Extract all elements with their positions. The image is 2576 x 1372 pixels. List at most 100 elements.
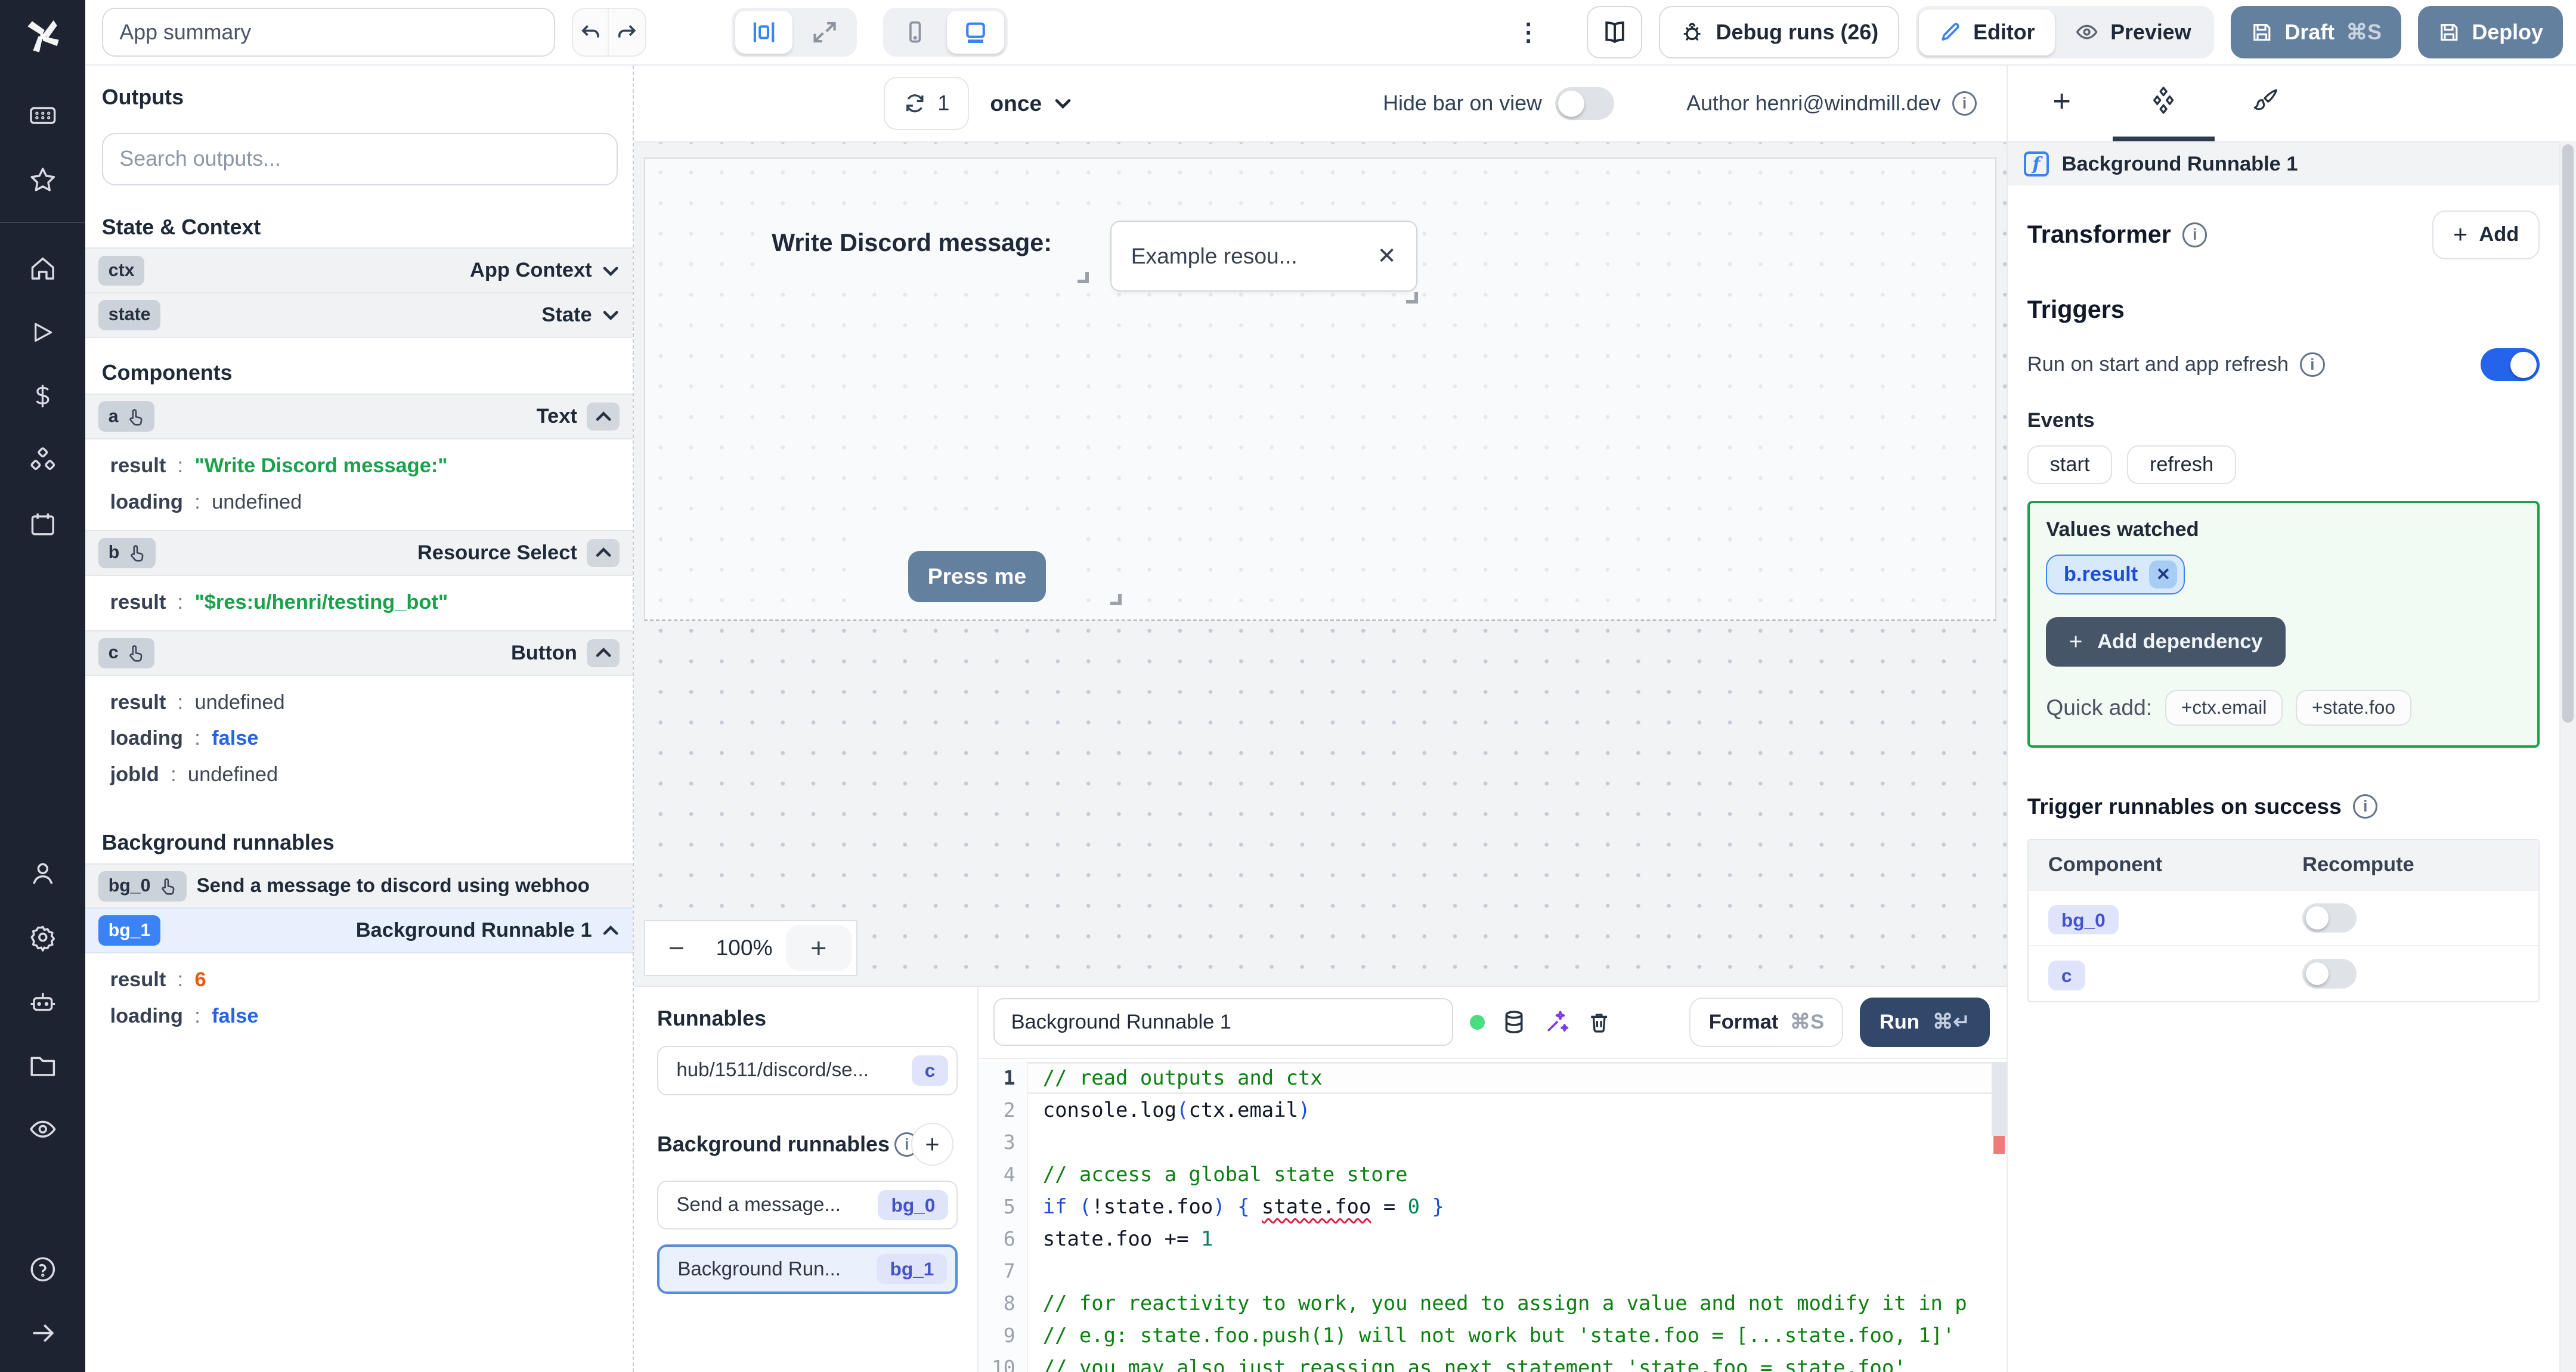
audit-icon[interactable] (0, 1097, 85, 1161)
windmill-logo[interactable] (21, 15, 64, 58)
quick-add-pill[interactable]: +ctx.email (2165, 689, 2283, 726)
event-pill-start[interactable]: start (2027, 445, 2113, 485)
delete-icon[interactable] (1587, 1010, 1611, 1035)
text-component[interactable]: Write Discord message: (768, 221, 1091, 285)
recompute-toggle[interactable] (2302, 903, 2357, 933)
component-badge: bg_0 (2048, 905, 2119, 935)
code-area[interactable]: 1 // read outputs and ctx 2 console.log(ctx… (979, 1057, 2007, 1372)
bg-runnable-item[interactable]: Send a message... bg_0 (657, 1180, 958, 1230)
button-component[interactable]: Press me (868, 536, 1122, 615)
info-icon[interactable]: i (1952, 91, 1977, 116)
press-me-button[interactable]: Press me (908, 551, 1046, 602)
tab-preview[interactable]: Preview (2055, 10, 2211, 55)
info-icon[interactable]: i (2353, 794, 2378, 819)
ai-wand-icon[interactable] (1544, 1009, 1570, 1035)
resource-select-component[interactable]: Example resou... ✕ (1110, 221, 1418, 303)
desktop-view-toggle[interactable] (947, 11, 1005, 54)
code-line[interactable]: 8 // for reactivity to work, you need to … (979, 1287, 2006, 1320)
chevron-up-icon[interactable] (587, 639, 620, 667)
schedule-dropdown[interactable]: once (990, 91, 1073, 116)
redo-button[interactable] (609, 9, 645, 56)
code-line[interactable]: 1 // read outputs and ctx (979, 1062, 2007, 1095)
component-row-a[interactable]: a Text (85, 394, 633, 440)
right-panel-tabs: + (2008, 66, 2576, 141)
tab-component-settings[interactable] (2113, 66, 2215, 141)
tab-styling[interactable] (2215, 66, 2317, 141)
chevron-up-icon[interactable] (587, 402, 620, 431)
runs-icon[interactable] (0, 300, 85, 364)
code-line[interactable]: 3 (979, 1126, 2006, 1159)
add-dependency-button[interactable]: + Add dependency (2046, 617, 2286, 667)
app-summary-input[interactable] (101, 7, 556, 57)
more-options-icon[interactable]: ⋮ (1516, 18, 1540, 47)
hide-bar-toggle[interactable] (1555, 87, 1615, 120)
mobile-view-toggle[interactable] (886, 11, 943, 54)
variables-icon[interactable] (0, 364, 85, 428)
editor-scrollbar[interactable] (1991, 1062, 2007, 1136)
context-row-state[interactable]: state State (85, 292, 633, 338)
remove-watched-icon[interactable]: ✕ (2149, 560, 2178, 589)
line-number: 6 (979, 1222, 1028, 1255)
add-background-runnable-button[interactable]: + (911, 1123, 954, 1166)
help-icon[interactable] (0, 1237, 85, 1301)
schedules-icon[interactable] (0, 493, 85, 556)
add-transformer-button[interactable]: + Add (2432, 210, 2540, 260)
right-panel-scrollbar[interactable] (2559, 141, 2576, 1372)
undo-button[interactable] (573, 8, 609, 56)
bg-runnable-item[interactable]: Background Run... bg_1 (657, 1244, 958, 1294)
resize-handle[interactable] (1077, 271, 1089, 284)
debug-runs-button[interactable]: Debug runs (26) (1659, 6, 1900, 59)
recompute-toggle[interactable] (2302, 959, 2357, 989)
star-icon[interactable] (0, 148, 85, 212)
background-row-bg_0[interactable]: bg_0 Send a message to discord using web… (85, 863, 633, 909)
code-line[interactable]: 4 // access a global state store (979, 1158, 2006, 1191)
chevron-up-icon[interactable] (602, 922, 620, 940)
run-button[interactable]: Run ⌘↵ (1859, 997, 1990, 1047)
code-line[interactable]: 2 console.log(ctx.email) (979, 1094, 2006, 1126)
chevron-down-icon[interactable] (602, 306, 620, 324)
folders-icon[interactable] (0, 1033, 85, 1097)
users-icon[interactable] (0, 841, 85, 905)
cache-icon[interactable] (1501, 1009, 1527, 1035)
deploy-button[interactable]: Deploy (2417, 6, 2563, 59)
search-outputs-input[interactable] (101, 132, 618, 185)
event-pill-refresh[interactable]: refresh (2127, 445, 2236, 485)
clear-select-icon[interactable]: ✕ (1377, 243, 1397, 270)
refresh-count-button[interactable]: 1 (884, 77, 969, 130)
runnable-name-input[interactable] (993, 998, 1454, 1046)
run-on-start-toggle[interactable] (2481, 348, 2540, 382)
home-icon[interactable] (0, 236, 85, 300)
runnable-item[interactable]: hub/1511/discord/se... c (657, 1045, 958, 1095)
code-line[interactable]: 10 // you may also just reassign as next … (979, 1351, 2006, 1372)
zoom-out-button[interactable]: − (645, 921, 708, 975)
code-line[interactable]: 7 (979, 1255, 2006, 1287)
collapse-icon[interactable] (0, 1301, 85, 1365)
chevron-down-icon[interactable] (602, 262, 620, 280)
format-button[interactable]: Format ⌘S (1689, 997, 1844, 1047)
component-row-c[interactable]: c Button (85, 630, 633, 677)
info-icon[interactable]: i (2300, 352, 2325, 377)
resources-icon[interactable] (0, 428, 85, 492)
resize-handle[interactable] (1110, 593, 1122, 606)
chevron-up-icon[interactable] (587, 538, 620, 567)
tab-insert-component[interactable]: + (2011, 66, 2113, 141)
workers-icon[interactable] (0, 970, 85, 1033)
code-line[interactable]: 6 state.foo += 1 (979, 1222, 2006, 1255)
background-row-bg_1[interactable]: bg_1 Background Runnable 1 (85, 908, 633, 954)
code-line[interactable]: 9 // e.g: state.foo.push(1) will not work… (979, 1319, 2006, 1352)
info-icon[interactable]: i (2182, 222, 2207, 247)
context-row-ctx[interactable]: ctx App Context (85, 247, 633, 294)
component-row-b[interactable]: b Resource Select (85, 529, 633, 576)
app-canvas[interactable]: Write Discord message: Example resou... … (634, 141, 2007, 986)
tab-editor[interactable]: Editor (1919, 9, 2055, 55)
settings-icon[interactable] (0, 905, 85, 969)
docs-button[interactable] (1586, 6, 1643, 59)
centered-layout-toggle[interactable] (735, 11, 793, 54)
fullscreen-layout-toggle[interactable] (796, 11, 853, 54)
quick-add-pill[interactable]: +state.foo (2296, 689, 2411, 726)
code-line[interactable]: 5 if (!state.foo) { state.foo = 0 } (979, 1190, 2006, 1223)
apps-icon[interactable] (0, 83, 85, 147)
resize-handle[interactable] (1406, 292, 1418, 303)
zoom-in-button[interactable]: + (785, 925, 852, 971)
draft-button[interactable]: Draft ⌘S (2230, 6, 2402, 59)
